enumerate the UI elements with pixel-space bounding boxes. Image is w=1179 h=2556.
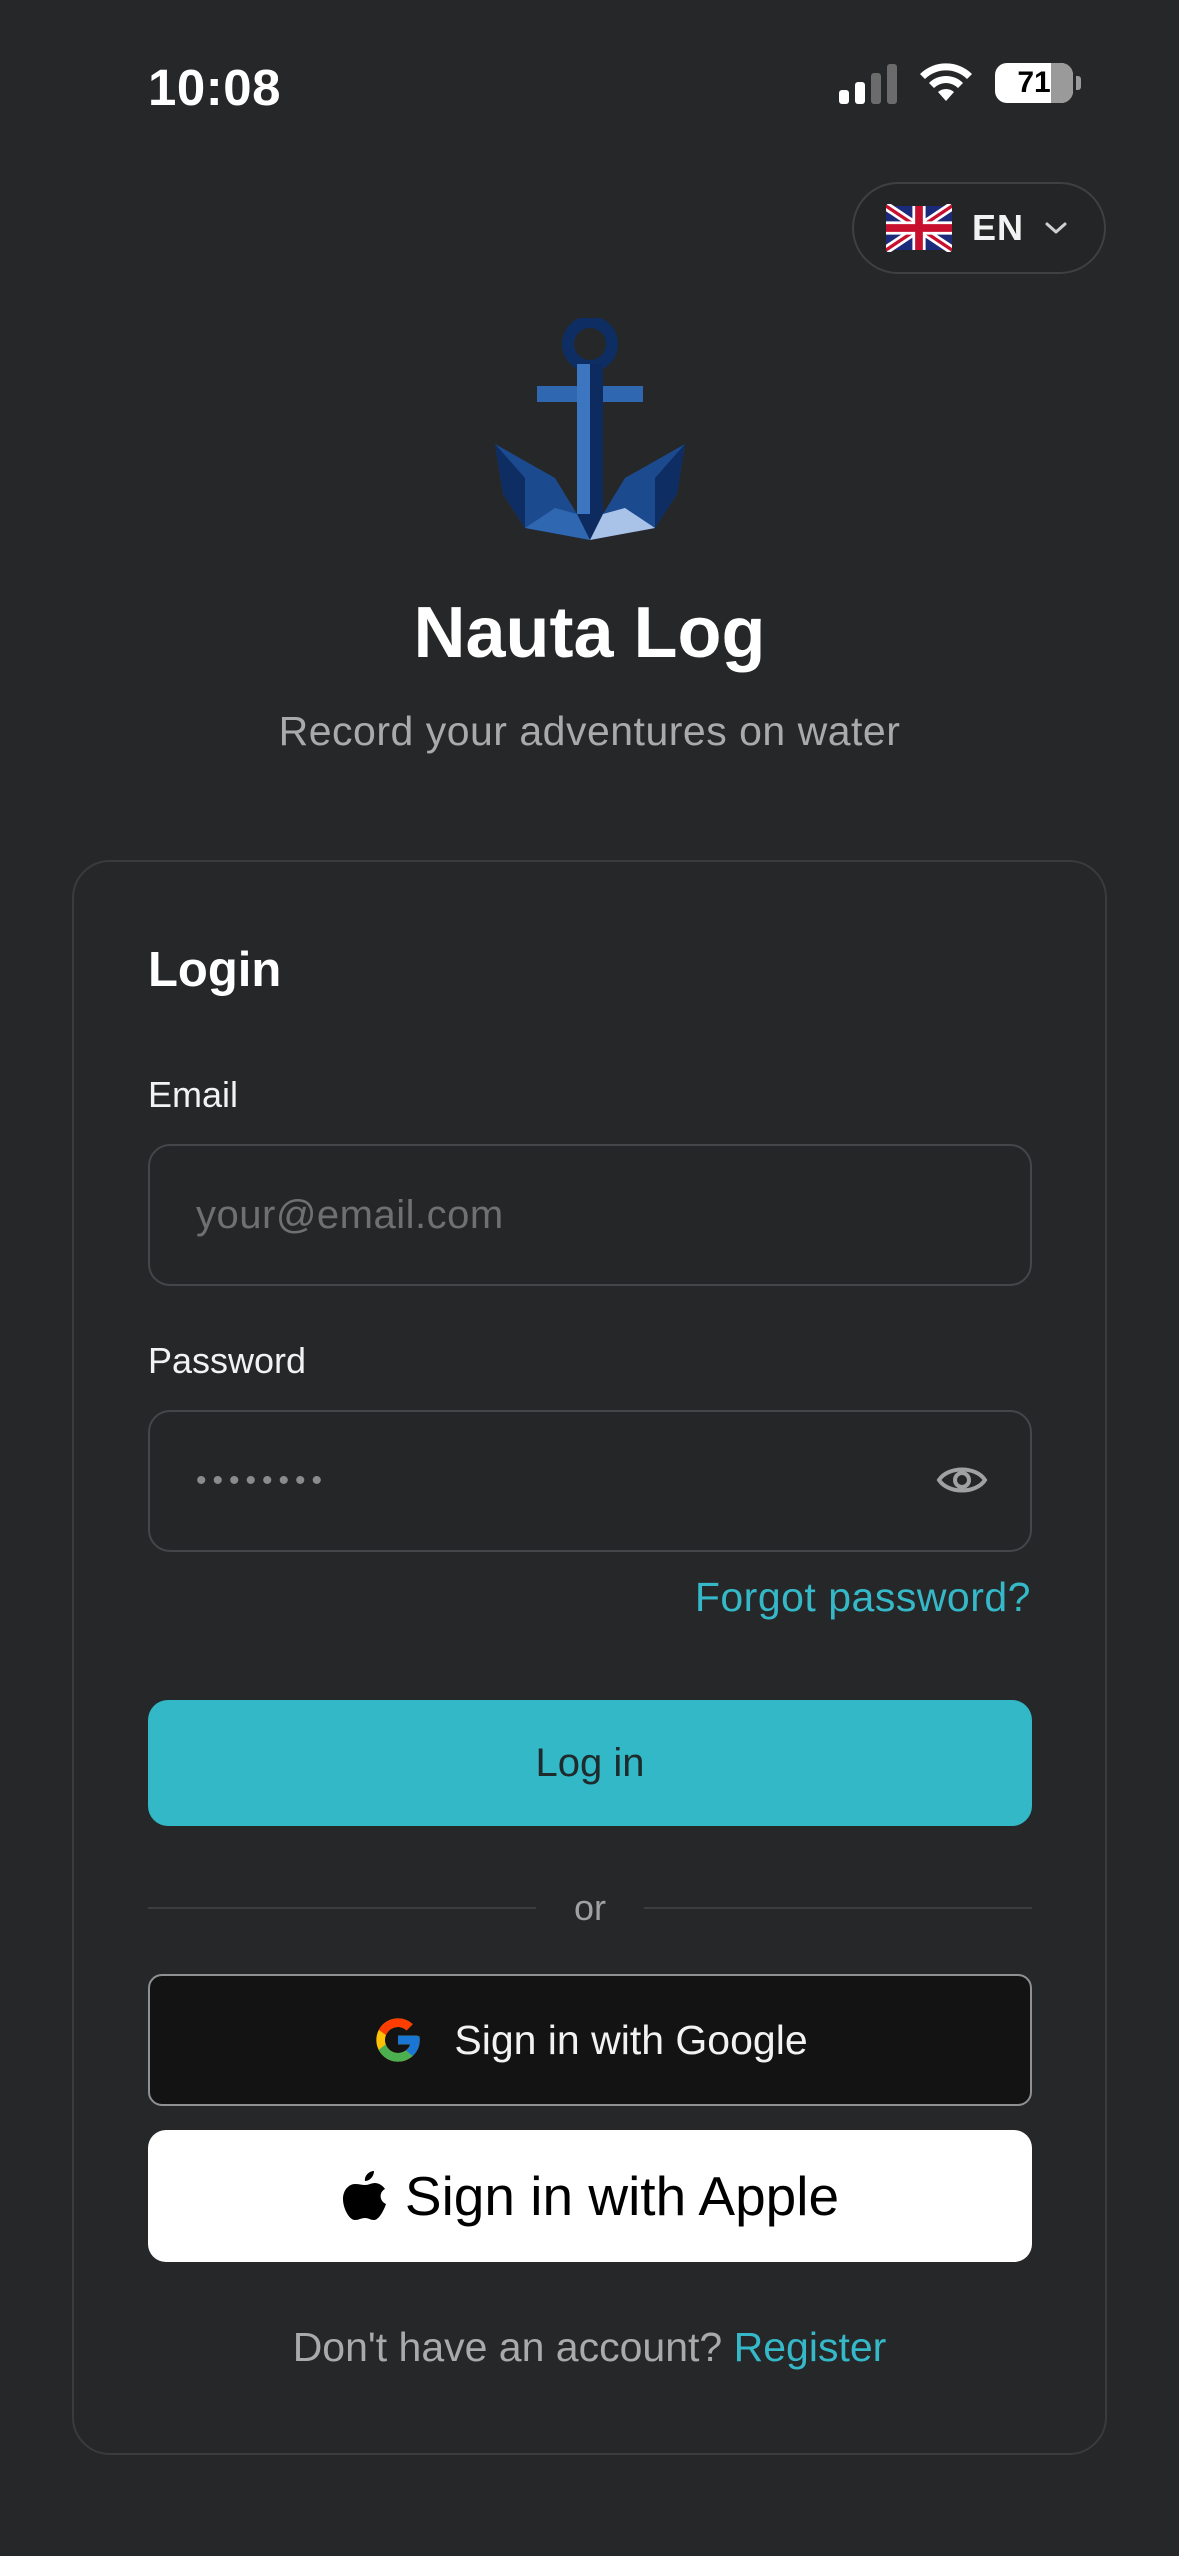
battery-icon: 71 <box>995 63 1073 103</box>
email-field[interactable]: your@email.com <box>148 1144 1032 1286</box>
email-placeholder: your@email.com <box>196 1192 504 1237</box>
wifi-icon <box>920 63 972 101</box>
divider-line-left <box>148 1907 536 1909</box>
battery-level: 71 <box>1017 66 1051 99</box>
or-divider: or <box>148 1878 1033 1938</box>
login-title: Login <box>148 943 282 997</box>
divider-line-right <box>644 1907 1033 1909</box>
password-placeholder: •••••••• <box>196 1464 329 1497</box>
register-prompt: Don't have an account? Register <box>74 2324 1105 2371</box>
anchor-logo-icon <box>495 318 685 540</box>
or-text: or <box>574 1887 607 1928</box>
google-sign-in-button[interactable]: Sign in with Google <box>148 1974 1032 2106</box>
status-icons: 71 <box>839 62 1081 104</box>
google-icon <box>376 2018 421 2062</box>
forgot-password-link[interactable]: Forgot password? <box>695 1574 1031 1621</box>
login-button[interactable]: Log in <box>148 1700 1032 1826</box>
register-question: Don't have an account? <box>292 2324 723 2370</box>
language-selector[interactable]: EN <box>852 182 1106 274</box>
login-screen: 10:08 71 EN Nauta Log Record your advent… <box>0 0 1179 2556</box>
apple-sign-in-label: Sign in with Apple <box>404 2165 840 2227</box>
language-code: EN <box>972 207 1025 248</box>
cellular-signal-icon <box>839 62 897 104</box>
google-sign-in-label: Sign in with Google <box>454 2016 808 2063</box>
register-link[interactable]: Register <box>734 2324 887 2370</box>
show-password-eye-icon[interactable] <box>936 1460 988 1500</box>
apple-icon <box>342 2171 386 2220</box>
email-label: Email <box>148 1074 239 1115</box>
app-title: Nauta Log <box>413 593 766 673</box>
app-subtitle: Record your adventures on water <box>278 708 901 754</box>
login-card: Login Email your@email.com Password ••••… <box>72 860 1107 2455</box>
password-field[interactable]: •••••••• <box>148 1410 1032 1552</box>
chevron-down-icon <box>1045 222 1067 234</box>
apple-sign-in-button[interactable]: Sign in with Apple <box>148 2130 1032 2262</box>
status-time: 10:08 <box>148 59 281 116</box>
password-label: Password <box>148 1340 307 1381</box>
uk-flag-icon <box>886 204 952 252</box>
